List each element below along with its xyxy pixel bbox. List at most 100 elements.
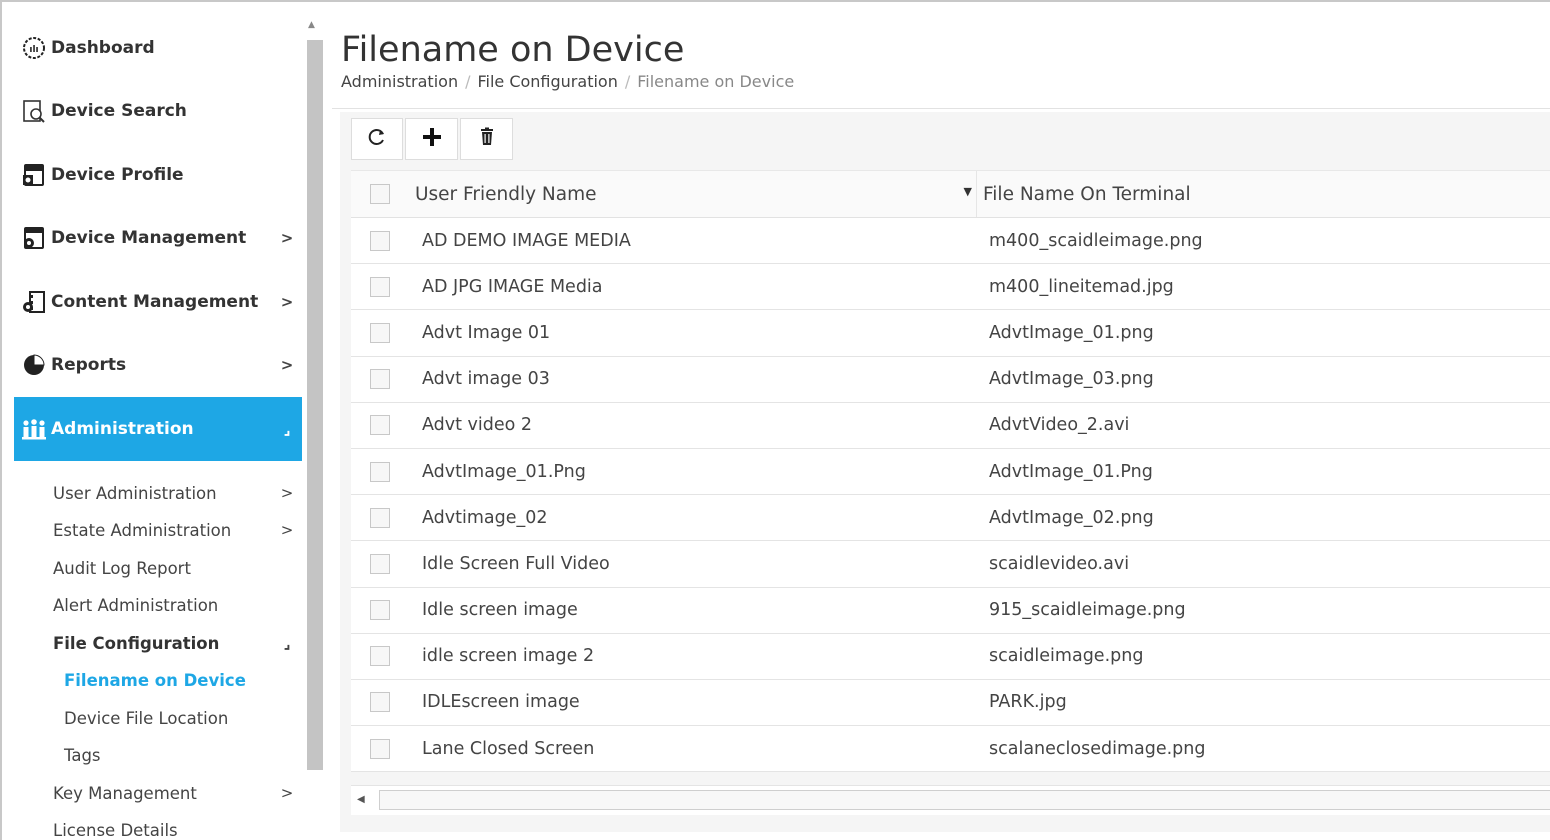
trash-icon: [478, 127, 496, 151]
filter-icon[interactable]: ▼: [964, 185, 972, 198]
chevron-right-icon: >: [280, 229, 294, 247]
row-checkbox[interactable]: [370, 692, 390, 713]
nav-device-search[interactable]: Device Search: [14, 80, 302, 142]
row-checkbox[interactable]: [370, 553, 390, 574]
dashboard-icon: ılı: [21, 35, 47, 61]
cell-user-friendly-name: AD DEMO IMAGE MEDIA: [422, 230, 631, 251]
subnav-audit-log-report[interactable]: Audit Log Report: [53, 550, 302, 586]
table-row[interactable]: IDLEscreen image PARK.jpg: [351, 679, 1550, 727]
scroll-up-arrow-icon[interactable]: ▲: [308, 20, 315, 30]
cell-file-name-on-terminal: AdvtVideo_2.avi: [989, 415, 1130, 436]
horizontal-scrollbar[interactable]: ◀: [351, 785, 1550, 815]
row-checkbox[interactable]: [370, 230, 390, 251]
row-checkbox[interactable]: [370, 507, 390, 528]
row-select-cell: [351, 646, 409, 667]
subnav-key-management[interactable]: Key Management >: [53, 775, 302, 811]
administration-icon: [21, 416, 47, 442]
subnav-label: User Administration: [53, 483, 217, 503]
row-checkbox[interactable]: [370, 600, 390, 621]
subnav-label: Tags: [64, 745, 101, 765]
table-row[interactable]: AD JPG IMAGE Media m400_lineitemad.jpg: [351, 264, 1550, 311]
nav-dashboard-label: Dashboard: [51, 38, 155, 58]
subnav-tags[interactable]: Tags: [64, 737, 302, 773]
sidebar-scrollbar-thumb[interactable]: [307, 40, 323, 770]
subnav-label: Key Management: [53, 783, 197, 803]
column-header-label: User Friendly Name: [415, 183, 597, 205]
subnav-device-file-location[interactable]: Device File Location: [64, 700, 302, 736]
table-row[interactable]: Advt video 2 AdvtVideo_2.avi: [351, 402, 1550, 449]
horizontal-scrollbar-thumb[interactable]: [379, 790, 1550, 810]
column-header-file-name[interactable]: File Name On Terminal: [976, 171, 1550, 217]
content-management-icon: [21, 289, 47, 315]
nav-administration[interactable]: Administration ⌟: [14, 397, 302, 461]
table-row[interactable]: AdvtImage_01.Png AdvtImage_01.Png: [351, 448, 1550, 496]
table-row[interactable]: Advt Image 01 AdvtImage_01.png: [351, 310, 1550, 357]
main-content: Filename on Device Administration / File C…: [332, 14, 1550, 840]
select-all-checkbox[interactable]: [370, 184, 390, 204]
row-select-cell: [351, 738, 409, 759]
subnav-alert-administration[interactable]: Alert Administration: [53, 587, 302, 623]
scroll-left-arrow-icon[interactable]: ◀: [357, 794, 365, 805]
nav-device-management[interactable]: Device Management >: [14, 207, 302, 269]
refresh-button[interactable]: [351, 118, 403, 160]
breadcrumb-item[interactable]: File Configuration: [477, 72, 617, 91]
row-checkbox[interactable]: [370, 738, 390, 759]
subnav-license-details[interactable]: License Details: [53, 812, 302, 840]
breadcrumb-current: Filename on Device: [637, 72, 795, 91]
row-checkbox[interactable]: [370, 646, 390, 667]
subnav-label: Estate Administration: [53, 520, 232, 540]
device-management-icon: [21, 225, 47, 251]
breadcrumb-item[interactable]: Administration: [341, 72, 458, 91]
row-checkbox[interactable]: [370, 369, 390, 390]
cell-file-name-on-terminal: AdvtImage_01.png: [989, 322, 1154, 343]
row-checkbox[interactable]: [370, 415, 390, 436]
subnav-label: Alert Administration: [53, 595, 219, 615]
subnav-label: Audit Log Report: [53, 558, 191, 578]
title-divider: [332, 108, 1550, 109]
subnav-user-administration[interactable]: User Administration >: [53, 475, 302, 511]
cell-file-name-on-terminal: AdvtImage_01.Png: [989, 461, 1153, 482]
breadcrumb-separator: /: [465, 72, 471, 91]
table-row[interactable]: Advtimage_02 AdvtImage_02.png: [351, 495, 1550, 542]
table-row[interactable]: idle screen image 2 scaidleimage.png: [351, 633, 1550, 680]
row-select-cell: [351, 230, 409, 251]
sidebar-scrollbar[interactable]: ▲: [304, 14, 326, 840]
add-icon: [421, 126, 443, 152]
table-row[interactable]: Idle Screen Full Video scaidlevideo.avi: [351, 541, 1550, 588]
nav-device-profile-label: Device Profile: [51, 165, 184, 185]
row-checkbox[interactable]: [370, 461, 390, 482]
table-row[interactable]: AD DEMO IMAGE MEDIA m400_scaidleimage.png: [351, 218, 1550, 265]
row-select-cell: [351, 369, 409, 390]
reports-icon: [21, 352, 47, 378]
cell-file-name-on-terminal: scalaneclosedimage.png: [989, 738, 1206, 759]
add-button[interactable]: [405, 118, 458, 160]
table-row[interactable]: Lane Closed Screen scalaneclosedimage.png: [351, 726, 1550, 773]
chevron-right-icon: >: [280, 356, 294, 374]
nav-reports-label: Reports: [51, 355, 127, 375]
cell-user-friendly-name: Lane Closed Screen: [422, 738, 595, 759]
table-row[interactable]: Idle screen image 915_scaidleimage.png: [351, 587, 1550, 634]
row-checkbox[interactable]: [370, 322, 390, 343]
subnav-label: Device File Location: [64, 708, 229, 728]
cell-user-friendly-name: AD JPG IMAGE Media: [422, 276, 603, 297]
cell-file-name-on-terminal: scaidleimage.png: [989, 646, 1144, 667]
subnav-filename-on-device[interactable]: Filename on Device: [64, 662, 302, 698]
table-row[interactable]: Advt image 03 AdvtImage_03.png: [351, 356, 1550, 403]
subnav-estate-administration[interactable]: Estate Administration >: [53, 512, 302, 548]
nav-reports[interactable]: Reports >: [14, 334, 302, 396]
nav-dashboard[interactable]: ılı Dashboard: [14, 17, 302, 79]
cell-user-friendly-name: Advt image 03: [422, 369, 550, 390]
row-checkbox[interactable]: [370, 276, 390, 297]
delete-button[interactable]: [460, 118, 513, 160]
breadcrumb-separator: /: [624, 72, 631, 91]
nav-device-profile[interactable]: Device Profile: [14, 144, 302, 206]
svg-text:ılı: ılı: [29, 45, 38, 55]
row-select-cell: [351, 553, 409, 574]
cell-user-friendly-name: AdvtImage_01.Png: [422, 461, 586, 482]
subnav-file-configuration[interactable]: File Configuration ⌟: [53, 625, 302, 661]
cell-user-friendly-name: Advt Image 01: [422, 322, 551, 343]
nav-content-management[interactable]: Content Management >: [14, 271, 302, 333]
cell-file-name-on-terminal: m400_scaidleimage.png: [989, 230, 1203, 251]
column-header-user-friendly-name[interactable]: User Friendly Name ▼: [409, 171, 976, 217]
chevron-down-icon: ⌟: [283, 420, 291, 438]
